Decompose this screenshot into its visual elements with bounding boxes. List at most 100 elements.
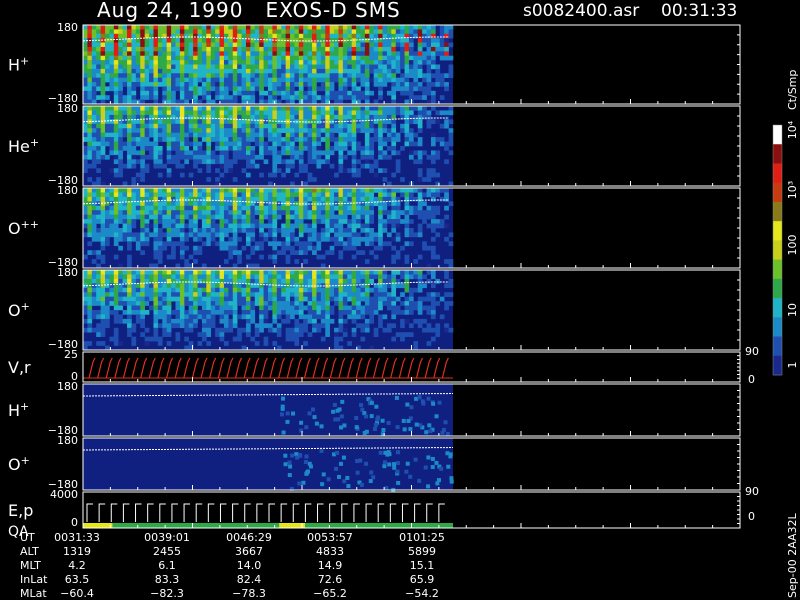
spectro-cell bbox=[166, 25, 172, 30]
spectro-cell bbox=[391, 42, 397, 48]
spectro-cell bbox=[342, 327, 348, 333]
spectro-cell bbox=[290, 245, 295, 251]
spectro-cell bbox=[329, 51, 335, 57]
spectro-cell bbox=[378, 270, 383, 275]
spectro-cell bbox=[153, 274, 159, 280]
spectro-cell bbox=[430, 296, 436, 302]
spectro-cell bbox=[250, 110, 256, 116]
spectro-cell bbox=[131, 292, 137, 297]
spectro-cell bbox=[422, 29, 427, 35]
spectro-cell bbox=[378, 55, 383, 61]
spectro-cell bbox=[369, 29, 375, 35]
spectro-cell bbox=[215, 77, 220, 83]
spectro-cell bbox=[135, 241, 141, 247]
spectro-cell bbox=[245, 296, 251, 302]
spectro-cell bbox=[320, 55, 326, 61]
spectro-cell bbox=[140, 106, 145, 111]
spectro-cell bbox=[118, 318, 123, 324]
spectro-cell bbox=[245, 223, 251, 229]
spectro-cell bbox=[179, 278, 185, 284]
spectro-cell bbox=[281, 46, 286, 52]
spectro-cell bbox=[184, 146, 190, 151]
spectro-cell bbox=[206, 73, 212, 78]
spectro-cell bbox=[307, 210, 313, 215]
spectro-cell bbox=[430, 33, 436, 39]
spectro-cell bbox=[250, 106, 256, 111]
spectro-cell bbox=[109, 283, 115, 289]
spectro-cell bbox=[298, 60, 304, 65]
spectro-cell bbox=[294, 95, 300, 100]
spectro-cell bbox=[440, 430, 445, 435]
spectro-cell bbox=[360, 314, 366, 320]
spectro-cell bbox=[144, 146, 150, 151]
spectro-cell bbox=[444, 270, 449, 275]
spectro-cell bbox=[179, 33, 185, 39]
spectro-cell bbox=[320, 95, 326, 100]
spectro-cell bbox=[149, 68, 154, 74]
spectro-cell bbox=[254, 132, 260, 138]
spectro-cell bbox=[184, 314, 190, 320]
spectro-cell bbox=[206, 287, 212, 293]
spectro-cell bbox=[206, 201, 212, 207]
spectro-cell bbox=[382, 292, 388, 297]
spectro-cell bbox=[87, 228, 93, 233]
spectro-cell bbox=[342, 73, 348, 78]
spectro-cell bbox=[439, 38, 445, 43]
spectro-cell bbox=[118, 86, 123, 92]
spectro-cell bbox=[105, 278, 110, 284]
spectro-cell bbox=[245, 292, 251, 297]
spectro-cell bbox=[338, 305, 344, 311]
spectro-cell bbox=[276, 128, 282, 133]
spectro-cell bbox=[232, 38, 238, 43]
spectro-cell bbox=[250, 73, 256, 78]
spectro-cell bbox=[91, 106, 97, 111]
spectro-cell bbox=[290, 64, 295, 70]
spectro-cell bbox=[285, 223, 291, 229]
spectro-cell bbox=[223, 46, 229, 52]
spectro-cell bbox=[334, 188, 339, 193]
spectro-cell bbox=[201, 86, 207, 92]
spectro-cell bbox=[140, 46, 145, 52]
spectro-cell bbox=[417, 177, 423, 182]
spectro-cell bbox=[435, 232, 441, 238]
spectro-cell bbox=[184, 270, 190, 275]
spectro-cell bbox=[206, 292, 212, 297]
spectro-cell bbox=[232, 146, 238, 151]
spectro-cell bbox=[171, 210, 176, 215]
spectro-cell bbox=[316, 29, 322, 35]
spectro-cell bbox=[223, 29, 229, 35]
spectro-cell bbox=[153, 254, 159, 260]
spectro-cell bbox=[426, 46, 432, 52]
spectro-cell bbox=[100, 245, 106, 251]
spectro-cell bbox=[184, 90, 190, 96]
spectro-cell bbox=[338, 114, 344, 120]
spectro-cell bbox=[303, 168, 308, 173]
spectro-cell bbox=[237, 327, 242, 333]
spectro-cell bbox=[184, 201, 190, 207]
spectro-cell bbox=[197, 168, 203, 173]
spectro-cell bbox=[439, 25, 445, 30]
spectro-cell bbox=[219, 123, 225, 129]
spectro-cell bbox=[171, 29, 176, 35]
spectro-cell bbox=[157, 219, 163, 224]
spectro-cell bbox=[351, 123, 357, 129]
spectro-cell bbox=[83, 327, 88, 333]
spectro-cell bbox=[144, 64, 150, 70]
spectro-cell bbox=[294, 64, 300, 70]
spectro-cell bbox=[210, 38, 216, 43]
spectro-cell bbox=[201, 29, 207, 35]
spectro-cell bbox=[96, 29, 101, 35]
spectro-cell bbox=[320, 254, 326, 260]
spectro-cell bbox=[382, 460, 387, 465]
spectro-cell bbox=[157, 159, 163, 165]
spectro-cell bbox=[109, 110, 115, 116]
spectro-cell bbox=[228, 106, 234, 111]
spectro-cell bbox=[118, 132, 123, 138]
spectro-cell bbox=[435, 51, 441, 57]
spectro-cell bbox=[197, 188, 203, 193]
spectro-cell bbox=[122, 51, 128, 57]
spectro-cell bbox=[250, 86, 256, 92]
spectro-cell bbox=[175, 77, 181, 83]
spectro-cell bbox=[193, 305, 198, 311]
spectro-cell bbox=[404, 241, 410, 247]
